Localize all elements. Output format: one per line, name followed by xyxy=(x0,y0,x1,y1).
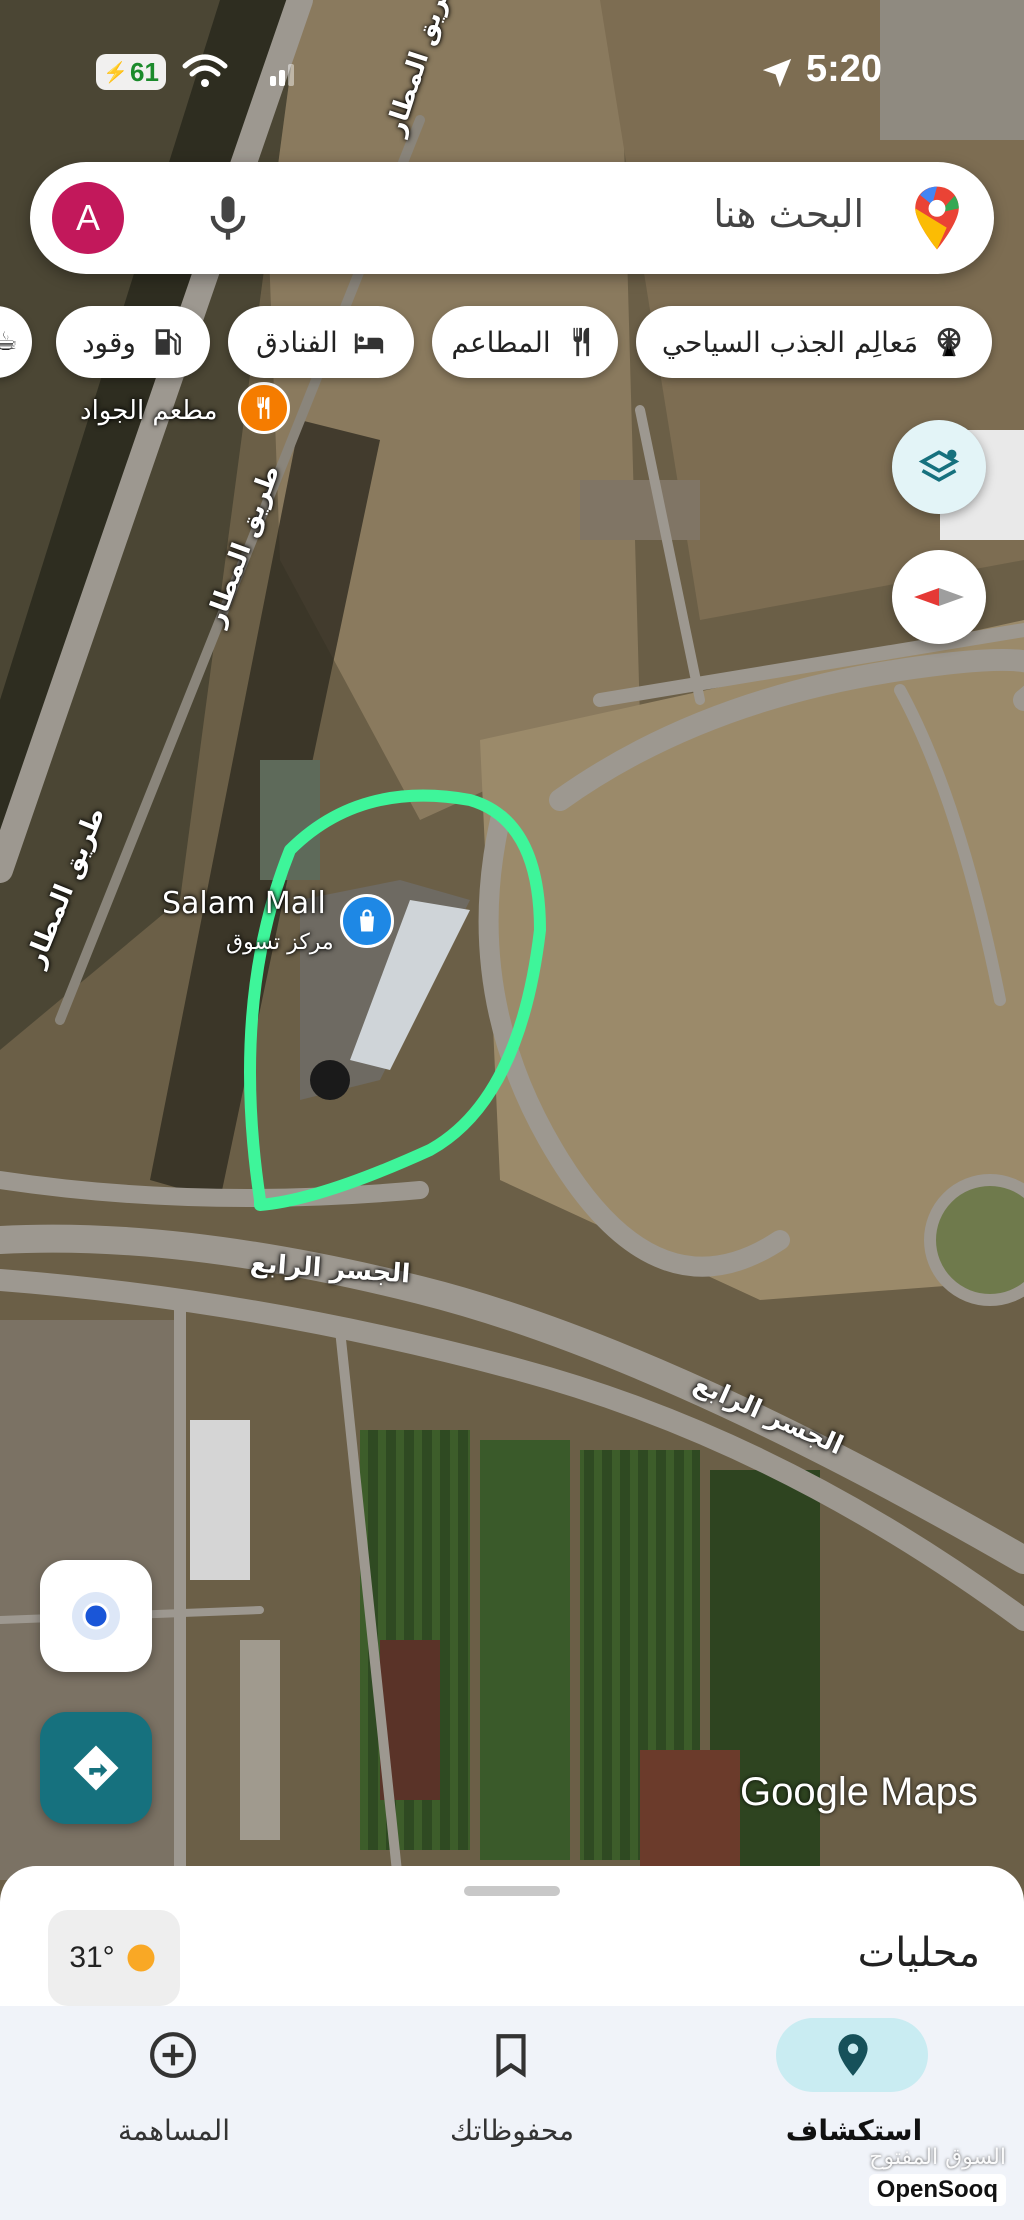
chip-attractions[interactable]: مَعالِم الجذب السياحي xyxy=(636,306,992,378)
poi-label-restaurant[interactable]: مطعم الجواد xyxy=(80,396,218,426)
weather-temperature: 31° xyxy=(69,1941,115,1974)
layers-icon xyxy=(918,449,960,482)
nav-saved-label: محفوظاتك xyxy=(450,2114,574,2147)
map-terrain xyxy=(0,0,1024,1900)
account-avatar[interactable]: A xyxy=(52,182,124,254)
charging-icon: ⚡ xyxy=(103,61,128,84)
microphone-icon[interactable] xyxy=(202,192,254,244)
compass-button[interactable] xyxy=(892,550,986,644)
add-circle-icon xyxy=(150,2032,196,2078)
poi-label-mall[interactable]: Salam Mall xyxy=(162,886,326,921)
restaurant-pin-icon[interactable] xyxy=(238,382,290,434)
nav-explore-label: استكشاف xyxy=(785,2114,923,2147)
google-maps-logo-icon xyxy=(915,186,959,250)
watermark-arabic: السوق المفتوح xyxy=(869,2145,1006,2170)
chip-hotels[interactable]: الفنادق xyxy=(228,306,414,378)
bottom-navigation: استكشاف محفوظاتك المساهمة السوق المفتوح … xyxy=(0,2006,1024,2220)
battery-indicator: ⚡ 61 xyxy=(96,54,166,90)
my-location-dot-icon xyxy=(72,1592,120,1640)
location-pin-icon xyxy=(838,2034,868,2076)
opensooq-watermark: السوق المفتوح OpenSooq xyxy=(868,2145,1006,2206)
google-maps-attribution: Google Maps xyxy=(740,1770,978,1814)
status-bar: ⚡ 61 5:20 xyxy=(0,40,1024,100)
bookmark-icon xyxy=(496,2034,526,2078)
search-input[interactable]: البحث هنا xyxy=(713,192,864,236)
wifi-icon xyxy=(182,54,228,87)
compass-icon xyxy=(914,588,964,606)
directions-button[interactable] xyxy=(40,1712,152,1824)
weather-chip[interactable]: 31° xyxy=(48,1910,180,2006)
bed-icon xyxy=(354,333,383,354)
fuel-pump-icon xyxy=(155,329,181,356)
nav-saved[interactable]: محفوظاتك xyxy=(362,2006,662,2220)
chip-more-icon: ☕ xyxy=(0,327,18,357)
watermark-brand: OpenSooq xyxy=(868,2174,1006,2206)
directions-icon xyxy=(73,1745,119,1791)
chip-restaurants[interactable]: المطاعم xyxy=(432,306,618,378)
my-location-button[interactable] xyxy=(40,1560,152,1672)
chip-hotels-label: الفنادق xyxy=(256,325,338,359)
poi-category-mall: مركز تسوق xyxy=(226,930,334,955)
ferris-wheel-icon xyxy=(937,327,961,357)
status-time: 5:20 xyxy=(806,48,883,90)
shopping-bag-pin-icon[interactable] xyxy=(340,894,394,948)
chip-attractions-label: مَعالِم الجذب السياحي xyxy=(661,325,919,359)
sheet-title: محليات xyxy=(857,1930,980,1976)
sun-icon xyxy=(127,1944,155,1972)
chip-fuel[interactable]: وقود xyxy=(56,306,210,378)
nav-contribute-label: المساهمة xyxy=(118,2114,230,2147)
satellite-map[interactable]: مطعم الجواد Salam Mall مركز تسوق طريق ال… xyxy=(0,0,1024,1900)
layers-button[interactable] xyxy=(892,420,986,514)
fork-knife-icon xyxy=(573,327,589,357)
sheet-drag-handle[interactable] xyxy=(464,1886,560,1896)
chip-fuel-label: وقود xyxy=(82,325,136,359)
search-bar[interactable]: A البحث هنا xyxy=(30,162,994,274)
bottom-sheet[interactable]: 31° محليات استكشاف محفوظاتك المساهمة الس… xyxy=(0,1866,1024,2220)
battery-level: 61 xyxy=(129,56,159,87)
chip-restaurants-label: المطاعم xyxy=(451,325,551,359)
location-arrow-icon xyxy=(762,58,792,88)
cellular-signal-icon xyxy=(270,64,294,86)
nav-contribute[interactable]: المساهمة xyxy=(24,2006,324,2220)
